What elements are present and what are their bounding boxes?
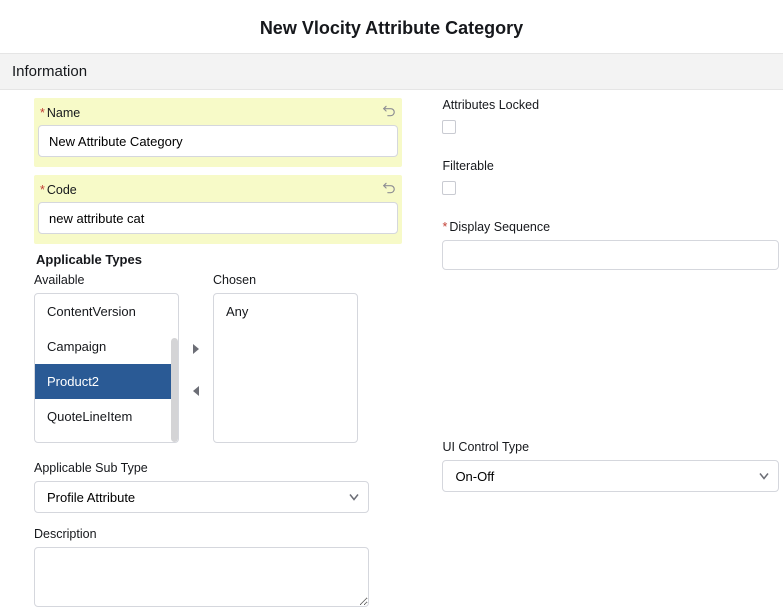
applicable-sub-type-select[interactable]: [34, 481, 369, 513]
description-label: Description: [34, 527, 369, 547]
display-sequence-input[interactable]: [442, 240, 779, 270]
available-listbox[interactable]: ContentVersionCampaignProduct2QuoteLineI…: [34, 293, 179, 443]
chosen-label: Chosen: [213, 273, 358, 287]
section-header-information: Information: [0, 53, 783, 90]
page-title: New Vlocity Attribute Category: [0, 0, 783, 53]
code-input[interactable]: [38, 202, 398, 234]
list-item[interactable]: ContentVersion: [35, 294, 178, 329]
list-item[interactable]: Campaign: [35, 329, 178, 364]
field-code: *Code: [34, 175, 402, 244]
list-item[interactable]: Product2: [35, 364, 178, 399]
attributes-locked-checkbox[interactable]: [442, 120, 456, 134]
filterable-checkbox[interactable]: [442, 181, 456, 195]
name-input[interactable]: [38, 125, 398, 157]
applicable-types-label: Applicable Types: [36, 252, 402, 267]
display-sequence-label: *Display Sequence: [442, 220, 779, 240]
ui-control-type-select[interactable]: [442, 460, 779, 492]
name-label: *Name: [40, 106, 80, 120]
ui-control-type-label: UI Control Type: [442, 440, 779, 460]
list-item[interactable]: Any: [214, 294, 357, 329]
code-label: *Code: [40, 183, 77, 197]
field-applicable-types: Applicable Types Available ContentVersio…: [34, 252, 402, 445]
chosen-listbox[interactable]: Any: [213, 293, 358, 443]
filterable-label: Filterable: [442, 159, 779, 179]
applicable-sub-type-label: Applicable Sub Type: [34, 461, 369, 481]
move-right-icon[interactable]: [187, 343, 205, 355]
undo-icon[interactable]: [382, 181, 396, 198]
field-name: *Name: [34, 98, 402, 167]
attributes-locked-label: Attributes Locked: [442, 98, 779, 118]
description-textarea[interactable]: [34, 547, 369, 607]
list-item[interactable]: QuoteLineItem: [35, 399, 178, 434]
undo-icon[interactable]: [382, 104, 396, 121]
scrollbar[interactable]: [171, 294, 178, 442]
available-label: Available: [34, 273, 179, 287]
move-left-icon[interactable]: [187, 385, 205, 397]
